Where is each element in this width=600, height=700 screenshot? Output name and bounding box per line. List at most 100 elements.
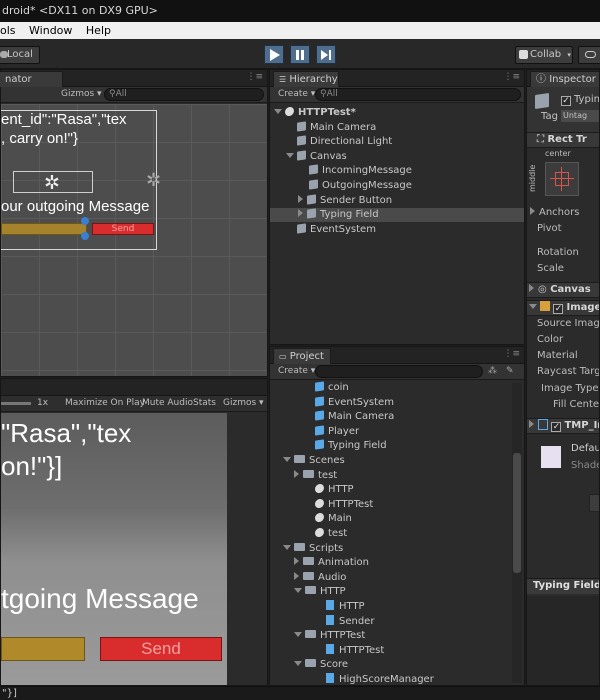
hierarchy-search-input[interactable]: ⚲All <box>315 88 521 101</box>
stats-toggle[interactable]: Stats <box>193 396 216 411</box>
project-item[interactable]: EventSystem <box>270 395 510 410</box>
add-component-button[interactable] <box>589 494 599 512</box>
project-item[interactable]: Score <box>270 658 510 672</box>
tab-animator[interactable]: nator <box>0 71 63 87</box>
menu-dots-icon[interactable]: ⋮≡ <box>503 72 520 82</box>
project-item[interactable]: Player <box>270 425 510 439</box>
project-item[interactable]: coin <box>270 381 510 395</box>
foldout-arrow-icon[interactable] <box>294 571 299 580</box>
project-item[interactable]: test <box>270 469 510 483</box>
hierarchy-item[interactable]: Typing Field <box>270 208 524 223</box>
project-item[interactable]: Animation <box>270 556 510 570</box>
folder-icon: ▭ <box>279 352 287 361</box>
project-item[interactable]: HTTPTest <box>270 643 510 658</box>
step-button[interactable] <box>316 45 336 64</box>
scrollbar-thumb[interactable] <box>513 453 521 573</box>
project-item[interactable]: HTTP <box>270 483 510 497</box>
menu-window[interactable]: Window <box>29 22 72 39</box>
handle-dot[interactable] <box>81 217 89 225</box>
maximize-on-play-toggle[interactable]: Maximize On Play <box>65 396 145 411</box>
hierarchy-item[interactable]: HTTPTest* <box>270 106 524 120</box>
project-item[interactable]: HighScoreManager <box>270 673 510 685</box>
menu-dots-icon[interactable]: ⋮≡ <box>503 349 520 359</box>
play-button[interactable] <box>264 45 284 64</box>
project-item[interactable]: HTTPTest <box>270 498 510 512</box>
game-typing-field[interactable] <box>1 637 85 661</box>
project-item[interactable]: Scenes <box>270 454 510 468</box>
foldout-arrow-icon[interactable] <box>286 152 294 158</box>
hierarchy-item[interactable]: Sender Button <box>270 193 524 208</box>
hierarchy-item[interactable]: Main Camera <box>270 120 524 135</box>
filter-icon[interactable]: ⁂ <box>488 364 497 379</box>
account-button[interactable]: Local <box>0 46 40 64</box>
project-item-label: Main Camera <box>328 411 395 423</box>
create-dropdown[interactable]: Create ▾ <box>278 364 315 379</box>
scene-search-input[interactable]: ⚲All <box>104 88 264 101</box>
project-item[interactable]: HTTP <box>270 585 510 599</box>
gizmos-dropdown[interactable]: Gizmos ▾ <box>223 396 264 411</box>
canvas-renderer-header[interactable]: ◎ Canvas <box>527 282 599 298</box>
project-item[interactable]: HTTP <box>270 600 510 614</box>
scene-canvas[interactable]: ent_id":"Rasa","tex , carry on!"} ✲ ✲ ou… <box>1 104 267 376</box>
hierarchy-item[interactable]: IncomingMessage <box>270 164 524 178</box>
game-send-button[interactable]: Send <box>100 637 222 661</box>
tag-dropdown[interactable]: Untag <box>561 110 599 122</box>
anchor-preset-button[interactable] <box>545 162 579 196</box>
project-search-input[interactable] <box>315 365 483 378</box>
foldout-arrow-icon[interactable] <box>283 457 291 462</box>
project-item[interactable]: Scripts <box>270 542 510 556</box>
rect-transform-header[interactable]: ⛶ Rect Tr <box>527 132 599 148</box>
anchors-foldout[interactable]: Anchors <box>530 207 579 218</box>
project-scrollbar[interactable] <box>512 383 522 683</box>
scene-typing-field[interactable] <box>1 223 87 235</box>
anchor-line <box>550 178 574 179</box>
project-item[interactable]: test <box>270 527 510 541</box>
tab-inspector[interactable]: ⓘ Inspector <box>530 71 599 87</box>
collab-label: Collab <box>530 49 562 60</box>
hierarchy-item[interactable]: Directional Light <box>270 135 524 149</box>
tmp-input-header[interactable]: ✓TMP_In <box>527 418 599 434</box>
foldout-arrow-icon[interactable] <box>298 209 303 218</box>
foldout-arrow-icon[interactable] <box>294 588 302 594</box>
folder-icon <box>305 630 316 639</box>
material-label: Material <box>537 350 578 361</box>
game-view[interactable]: "Rasa","tex on!"}] tgoing Message Send <box>1 413 227 685</box>
gizmos-dropdown[interactable]: Gizmos ▾ <box>61 87 102 102</box>
image-component-header[interactable]: ✓ Image <box>527 300 599 316</box>
project-item[interactable]: Sender <box>270 614 510 629</box>
scale-slider[interactable] <box>1 402 31 405</box>
tab-hierarchy[interactable]: ☰ Hierarchy <box>273 71 339 87</box>
hierarchy-item[interactable]: EventSystem <box>270 223 524 237</box>
project-item-label: coin <box>328 382 349 393</box>
foldout-arrow-icon[interactable] <box>274 109 282 114</box>
hierarchy-item[interactable]: OutgoingMessage <box>270 179 524 193</box>
prefab-icon <box>315 410 324 421</box>
project-item[interactable]: Audio <box>270 571 510 585</box>
foldout-arrow-icon[interactable] <box>294 661 302 667</box>
active-toggle[interactable]: ✓ Typin <box>561 94 599 106</box>
project-item[interactable]: HTTPTest <box>270 629 510 643</box>
foldout-arrow-icon[interactable] <box>294 557 299 566</box>
menu-help[interactable]: Help <box>86 22 111 39</box>
project-item[interactable]: Main <box>270 512 510 526</box>
menu-dots-icon[interactable]: ⋮≡ <box>246 72 263 82</box>
move-gizmo-icon[interactable]: ✲ <box>44 172 60 194</box>
label-icon[interactable]: ✎ <box>506 364 514 379</box>
tab-label: Inspector <box>549 74 596 85</box>
tab-project[interactable]: ▭ Project <box>273 348 331 364</box>
scene-send-button[interactable]: Send <box>92 223 154 235</box>
collab-button[interactable]: Collab ▾ <box>515 46 573 64</box>
foldout-arrow-icon[interactable] <box>298 194 303 203</box>
mute-audio-toggle[interactable]: Mute Audio <box>142 396 193 411</box>
cloud-button[interactable] <box>578 46 600 64</box>
menu-tools[interactable]: ols <box>0 22 16 39</box>
pause-button[interactable] <box>290 45 310 64</box>
handle-dot[interactable] <box>81 232 89 240</box>
create-dropdown[interactable]: Create ▾ <box>278 87 315 102</box>
foldout-arrow-icon[interactable] <box>294 632 302 638</box>
foldout-arrow-icon[interactable] <box>283 544 291 550</box>
foldout-arrow-icon[interactable] <box>294 469 299 478</box>
project-item[interactable]: Typing Field <box>270 439 510 453</box>
hierarchy-item[interactable]: Canvas <box>270 150 524 164</box>
project-item[interactable]: Main Camera <box>270 410 510 424</box>
